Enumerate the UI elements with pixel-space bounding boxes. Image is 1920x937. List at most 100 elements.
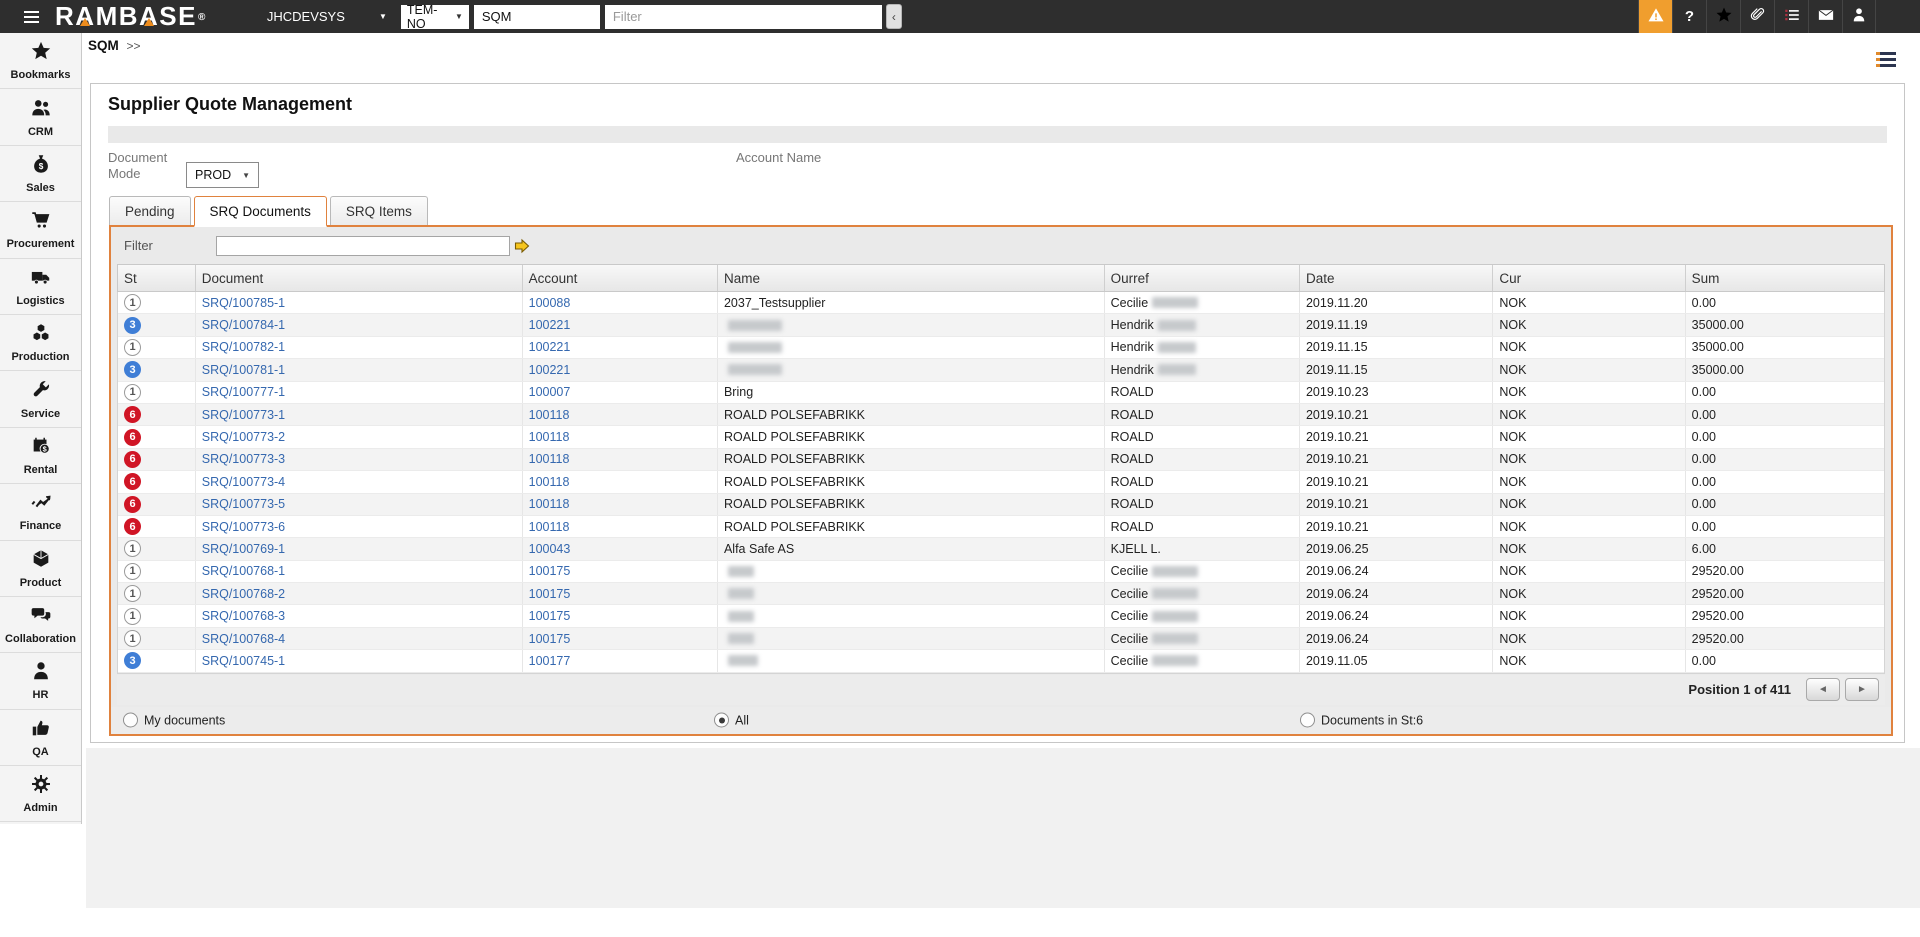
account-link[interactable]: 100118 [529,408,570,422]
next-page-button[interactable]: ► [1845,678,1879,702]
account-link[interactable]: 100118 [529,475,570,489]
document-link[interactable]: SRQ/100773-4 [202,475,285,489]
sidebar-item-label: Collaboration [5,633,76,646]
money-bag-icon: $ [30,153,52,180]
cell-ourref: ROALD [1105,426,1300,448]
paperclip-button[interactable] [1740,0,1774,33]
account-link[interactable]: 100175 [529,564,571,578]
radio-button-icon[interactable] [123,712,138,728]
account-link[interactable]: 100007 [529,385,571,399]
tab-srq-documents[interactable]: SRQ Documents [193,196,327,227]
sidebar-item-hr[interactable]: HR [0,653,81,710]
account-link[interactable]: 100221 [529,340,571,354]
column-header-name[interactable]: Name [718,265,1105,291]
document-link[interactable]: SRQ/100777-1 [202,385,285,399]
cell-name [718,359,1105,381]
document-link[interactable]: SRQ/100773-5 [202,497,285,511]
redacted-text [727,319,782,331]
table-filter-input[interactable] [216,235,510,256]
account-link[interactable]: 100118 [529,520,570,534]
document-link[interactable]: SRQ/100781-1 [202,363,285,377]
sidebar-item-crm[interactable]: CRM [0,89,81,146]
sum-text: 0.00 [1691,519,1717,534]
document-link[interactable]: SRQ/100784-1 [202,318,285,332]
radio-option-my-documents[interactable]: My documents [123,712,225,728]
account-link[interactable]: 100175 [529,587,571,601]
column-header-sum[interactable]: Sum [1686,265,1884,291]
column-header-st[interactable]: St [118,265,196,291]
sidebar-item-logistics[interactable]: Logistics [0,259,81,315]
document-link[interactable]: SRQ/100745-1 [202,654,285,668]
column-header-date[interactable]: Date [1300,265,1494,291]
column-header-account[interactable]: Account [523,265,718,291]
filter-go-icon[interactable] [513,237,531,255]
document-link[interactable]: SRQ/100769-1 [202,542,285,556]
account-link[interactable]: 100221 [529,363,571,377]
collapse-filter-button[interactable]: ‹ [885,4,902,29]
account-link[interactable]: 100221 [529,318,571,332]
account-link[interactable]: 100118 [529,497,570,511]
sidebar-item-collaboration[interactable]: Collaboration [0,597,81,654]
help-button[interactable]: ? [1672,0,1706,33]
account-link[interactable]: 100043 [529,542,571,556]
document-link[interactable]: SRQ/100768-1 [202,564,285,578]
cell-account: 100007 [523,381,718,403]
program-input[interactable] [473,4,600,29]
status-badge: 6 [124,428,141,446]
program-menu-icon[interactable] [1876,52,1896,70]
sidebar-item-service[interactable]: Service [0,371,81,428]
document-link[interactable]: SRQ/100768-3 [202,609,285,623]
column-header-cur[interactable]: Cur [1493,265,1686,291]
column-header-ourref[interactable]: Ourref [1105,265,1300,291]
document-link[interactable]: SRQ/100768-2 [202,587,285,601]
sidebar-item-product[interactable]: Product [0,541,81,597]
document-link[interactable]: SRQ/100773-3 [202,452,285,466]
account-link[interactable]: 100175 [529,632,571,646]
document-link[interactable]: SRQ/100785-1 [202,296,285,310]
sidebar-item-procurement[interactable]: Procurement [0,202,81,259]
radio-button-icon[interactable] [1300,712,1315,728]
rambase-logo[interactable]: R A M B A S E ® [55,1,207,33]
account-selector[interactable]: JHCDEVSYS ▼ [267,9,387,24]
column-header-document[interactable]: Document [196,265,523,291]
cell-document: SRQ/100784-1 [196,314,523,336]
star-button[interactable] [1706,0,1740,33]
mail-button[interactable] [1808,0,1842,33]
account-link[interactable]: 100118 [529,430,570,444]
radio-button-icon[interactable] [714,712,729,728]
document-link[interactable]: SRQ/100782-1 [202,340,285,354]
sidebar-item-finance[interactable]: Finance [0,484,81,541]
sidebar-item-bookmarks[interactable]: Bookmarks [0,33,81,90]
global-filter-input[interactable] [604,4,882,29]
main-menu-icon[interactable] [24,10,39,23]
sidebar-item-production[interactable]: Production [0,315,81,372]
previous-page-button[interactable]: ◄ [1806,678,1840,702]
breadcrumb-arrows: >> [126,39,141,53]
sidebar-item-admin[interactable]: Admin [0,766,81,823]
radio-option-documents-in-st6[interactable]: Documents in St:6 [1300,712,1423,728]
sidebar-item-qa[interactable]: QA [0,710,81,767]
document-link[interactable]: SRQ/100768-4 [202,632,285,646]
account-link[interactable]: 100088 [529,296,571,310]
warning-icon [1647,6,1665,28]
table-row: 6 SRQ/100773-3 100118 ROALD POLSEFABRIKK ROA… [118,448,1884,472]
pagination-position-label: Position 1 of 411 [1688,682,1791,698]
document-mode-value: PROD [195,168,232,182]
system-selector[interactable]: TEM-NO ▼ [400,3,469,31]
account-link[interactable]: 100118 [529,452,570,466]
tab-pending[interactable]: Pending [109,196,191,225]
account-link[interactable]: 100177 [529,654,571,668]
document-link[interactable]: SRQ/100773-6 [202,520,285,534]
sidebar-item-sales[interactable]: $ Sales [0,146,81,203]
document-mode-select[interactable]: PROD ▼ [186,162,259,188]
tab-srq-items[interactable]: SRQ Items [329,196,428,225]
user-button[interactable] [1842,0,1876,33]
warning-button[interactable] [1638,0,1672,33]
list-button[interactable] [1774,0,1808,33]
document-link[interactable]: SRQ/100773-1 [202,408,285,422]
radio-option-all[interactable]: All [714,712,749,728]
sidebar-item-rental[interactable]: $ Rental [0,428,81,485]
document-link[interactable]: SRQ/100773-2 [202,430,285,444]
breadcrumb-program[interactable]: SQM [88,38,119,53]
account-link[interactable]: 100175 [529,609,571,623]
